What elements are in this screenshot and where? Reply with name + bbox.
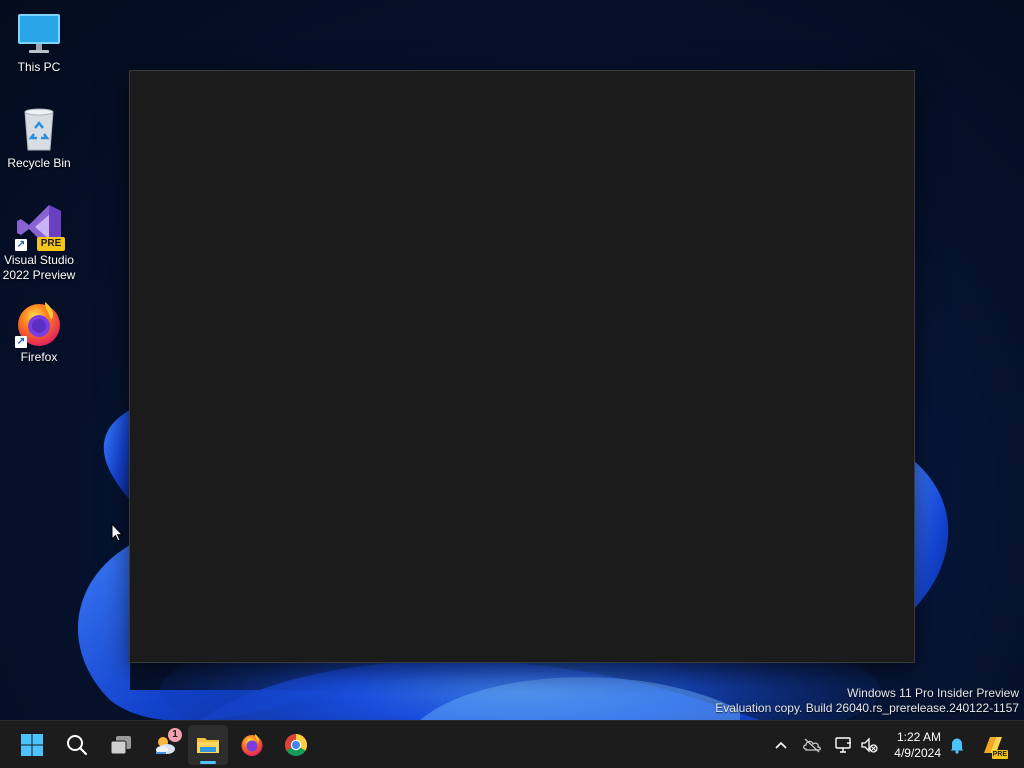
watermark-line-edition: Windows 11 Pro Insider Preview	[847, 686, 1019, 700]
widgets-button[interactable]: 1	[145, 725, 185, 765]
task-view-icon	[110, 736, 131, 755]
start-button[interactable]	[12, 725, 52, 765]
firefox-button[interactable]	[232, 725, 272, 765]
chrome-icon	[285, 734, 307, 756]
watermark-line-build: Evaluation copy. Build 26040.rs_prerelea…	[715, 701, 1019, 715]
desktop-icon-label: Firefox	[20, 350, 58, 364]
desktop-icon-label: Recycle Bin	[7, 156, 71, 170]
desktop: This PC Recycle Bin PRE ↗ Visual Studio …	[0, 0, 1024, 720]
taskbar: 1 1:22 AM 4/9/2024 PRE	[0, 720, 1024, 768]
active-app-indicator	[200, 761, 216, 764]
file-explorer-button[interactable]	[188, 725, 228, 765]
notification-count-badge: 1	[168, 728, 182, 742]
desktop-icon-label: Visual Studio 2022 Preview	[2, 253, 76, 282]
search-button[interactable]	[57, 725, 97, 765]
shortcut-arrow-icon: ↗	[15, 239, 27, 251]
notification-bell-icon[interactable]	[947, 735, 967, 755]
clock-date: 4/9/2024	[894, 746, 941, 760]
task-view-button[interactable]	[101, 725, 141, 765]
desktop-icon-firefox[interactable]: ↗ Firefox	[1, 300, 77, 365]
desktop-icon-this-pc[interactable]: This PC	[1, 10, 77, 75]
desktop-icon-recycle-bin[interactable]: Recycle Bin	[1, 106, 77, 171]
monitor-icon	[15, 10, 63, 58]
clock-time: 1:22 AM	[896, 730, 941, 744]
chrome-button[interactable]	[276, 725, 316, 765]
system-clock[interactable]: 1:22 AM 4/9/2024	[894, 729, 941, 761]
windows-logo-icon	[21, 734, 43, 756]
volume-muted-icon[interactable]	[859, 735, 879, 755]
copilot-button[interactable]: PRE	[980, 733, 1008, 759]
search-icon	[67, 735, 88, 756]
desktop-icon-label: This PC	[17, 60, 61, 74]
desktop-icon-visual-studio[interactable]: PRE ↗ Visual Studio 2022 Preview	[1, 203, 77, 283]
recycle-bin-icon	[15, 106, 63, 154]
preview-badge: PRE	[37, 237, 65, 251]
firefox-icon: ↗	[15, 300, 63, 348]
blank-app-window[interactable]	[129, 70, 915, 663]
shortcut-arrow-icon: ↗	[15, 336, 27, 348]
chevron-up-icon[interactable]	[771, 735, 791, 755]
firefox-icon	[241, 734, 263, 756]
mouse-cursor-icon	[111, 523, 123, 542]
folder-icon	[197, 738, 219, 753]
evaluation-watermark: Windows 11 Pro Insider Preview Evaluatio…	[715, 686, 1019, 716]
network-icon[interactable]	[833, 735, 853, 755]
onedrive-icon[interactable]	[802, 735, 822, 755]
visual-studio-icon: PRE ↗	[15, 203, 65, 251]
copilot-preview-badge: PRE	[991, 750, 1008, 759]
